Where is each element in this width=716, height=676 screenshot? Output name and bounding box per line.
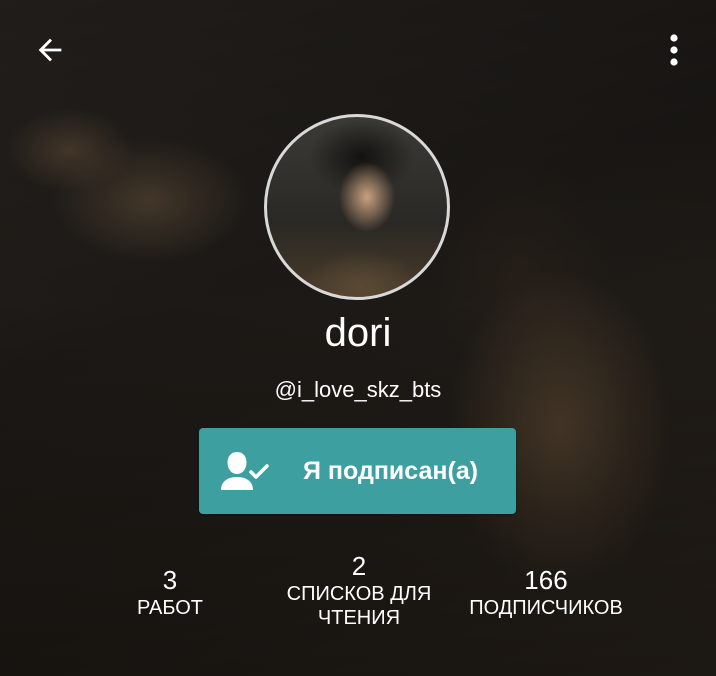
stat-followers-value: 166 xyxy=(524,565,568,595)
username: @i_love_skz_bts xyxy=(274,377,442,402)
stat-works-value: 3 xyxy=(162,565,178,595)
stat-reading-lists-value: 2 xyxy=(351,551,367,581)
profile-header: dori @i_love_skz_bts Я подписан(а) 3 РАБ… xyxy=(0,0,716,676)
stat-followers-label: ПОДПИСЧИКОВ xyxy=(469,597,623,619)
follow-button[interactable]: Я подписан(а) xyxy=(199,428,516,514)
stat-works[interactable]: 3 РАБОТ xyxy=(110,564,230,620)
stat-followers[interactable]: 166 ПОДПИСЧИКОВ xyxy=(448,564,644,620)
stat-reading-lists[interactable]: 2 СПИСКОВ ДЛЯ ЧТЕНИЯ xyxy=(264,550,454,630)
stat-reading-lists-label-line1: СПИСКОВ ДЛЯ xyxy=(286,583,432,605)
follow-button-label: Я подписан(а) xyxy=(303,457,479,485)
back-button[interactable] xyxy=(28,28,72,72)
stat-reading-lists-label-line2: ЧТЕНИЯ xyxy=(317,607,401,629)
display-name: dori xyxy=(324,311,392,355)
stat-works-label: РАБОТ xyxy=(136,597,203,619)
avatar[interactable] xyxy=(264,114,450,300)
more-options-button[interactable] xyxy=(652,26,696,74)
user-check-icon xyxy=(221,452,269,490)
arrow-left-icon xyxy=(38,38,62,62)
more-vertical-icon xyxy=(670,34,678,66)
